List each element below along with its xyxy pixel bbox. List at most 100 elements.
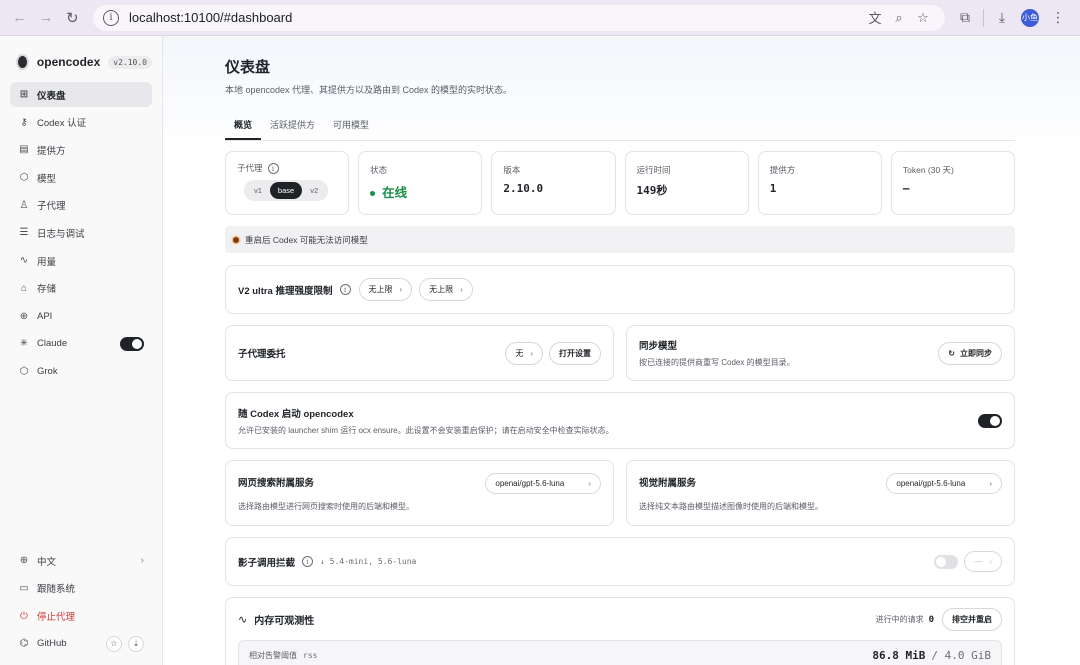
drive-icon: ⌂ bbox=[20, 282, 28, 294]
sidebar-item-dashboard[interactable]: ⊞ 仪表盘 bbox=[10, 82, 152, 107]
translate-icon[interactable]: 文 bbox=[863, 8, 887, 27]
list-icon: ☰ bbox=[19, 227, 29, 239]
vision-model-select[interactable]: openai/gpt-5.6-luna › bbox=[886, 473, 1002, 494]
info-icon[interactable]: i bbox=[267, 163, 279, 175]
info-icon[interactable]: i bbox=[302, 556, 314, 567]
back-icon[interactable]: ← bbox=[8, 5, 31, 31]
web-search-model-select[interactable]: openai/gpt-5.6-luna › bbox=[485, 473, 601, 494]
bookmark-star-icon[interactable]: ☆ bbox=[911, 10, 935, 26]
tab-available-models[interactable]: 可用模型 bbox=[324, 114, 378, 140]
reload-icon[interactable]: ↻ bbox=[61, 5, 84, 31]
reasoning-limit-pill-1[interactable]: 无上限 › bbox=[358, 278, 413, 301]
page-subtitle: 本地 opencodex 代理、其提供方以及路由到 Codex 的模型的实时状态… bbox=[225, 85, 513, 95]
star-icon[interactable]: ☆ bbox=[106, 635, 122, 652]
sidebar-item-storage[interactable]: ⌂ 存储 bbox=[10, 276, 152, 301]
sidebar-item-label: Codex 认证 bbox=[37, 118, 87, 130]
power-icon: ⏻ bbox=[20, 610, 28, 622]
memory-used: 86.8 MiB bbox=[872, 649, 926, 662]
profile-avatar[interactable]: 小鱼 bbox=[1020, 8, 1039, 27]
refresh-icon: ↻ bbox=[948, 348, 955, 358]
info-icon[interactable]: i bbox=[339, 284, 351, 295]
chevron-right-icon: › bbox=[399, 285, 403, 294]
sync-models-title: 同步模型 bbox=[639, 341, 678, 352]
stop-proxy-label: 停止代理 bbox=[37, 612, 76, 624]
token-label: Token (30 天) bbox=[902, 165, 954, 175]
address-bar[interactable]: i localhost:10100/#dashboard 文 ⌕ ☆ bbox=[92, 4, 945, 31]
launch-title: 随 Codex 启动 opencodex bbox=[238, 408, 354, 420]
sync-now-button[interactable]: ↻ 立即同步 bbox=[938, 341, 1002, 365]
subagent-label: 子代理 i bbox=[237, 162, 337, 175]
browser-toolbar: ← → ↻ i localhost:10100/#dashboard 文 ⌕ ☆… bbox=[0, 0, 1080, 36]
web-search-card: 网页搜索附属服务 选择路由模型进行网页搜索时使用的后端和模型。 openai/g… bbox=[225, 460, 614, 526]
theme-selector[interactable]: ▭ 跟随系统 bbox=[10, 576, 152, 601]
vision-title: 视觉附属服务 bbox=[639, 477, 697, 489]
cube-icon: ⬡ bbox=[19, 172, 29, 184]
stop-proxy-button[interactable]: ⏻ 停止代理 bbox=[10, 604, 152, 629]
delegation-select[interactable]: 无 › bbox=[505, 341, 543, 365]
extensions-icon[interactable]: ⧉ bbox=[951, 9, 979, 26]
stats-row: 子代理 i v1 base v2 状态 在线 版本 2.10.0 运行时间 149… bbox=[225, 151, 1016, 215]
launch-desc: 允许已安装的 launcher shim 运行 ocx ensure。此设置不会… bbox=[238, 425, 614, 435]
zoom-icon[interactable]: ⌕ bbox=[887, 10, 911, 26]
reasoning-limit-pill-2[interactable]: 无上限 › bbox=[419, 278, 473, 301]
sidebar-item-api[interactable]: ⊕ API bbox=[10, 304, 152, 329]
sync-models-desc: 按已连接的提供商重写 Codex 的模型目录。 bbox=[639, 358, 795, 367]
sidebar-item-codex-auth[interactable]: ⚷ Codex 认证 bbox=[10, 110, 152, 135]
restart-warning: 重启后 Codex 可能无法访问模型 bbox=[225, 226, 1015, 253]
sidebar-item-grok[interactable]: ⬡ Grok bbox=[10, 359, 152, 384]
sidebar-item-usage[interactable]: ∿ 用量 bbox=[10, 248, 152, 273]
warning-dot-icon bbox=[233, 236, 239, 243]
vision-card: 视觉附属服务 选择纯文本路由模型描述图像时使用的后端和模型。 openai/gp… bbox=[626, 460, 1015, 526]
open-settings-button[interactable]: 打开设置 bbox=[549, 341, 601, 365]
download-icon[interactable]: ⤓ bbox=[988, 9, 1016, 26]
subagent-card: 子代理 i v1 base v2 bbox=[225, 151, 350, 215]
github-label: GitHub bbox=[37, 638, 67, 650]
shadow-call-title: 影子调用拦截 bbox=[238, 557, 296, 569]
shadow-call-card: 影子调用拦截 i ↓ 5.4-mini, 5.6-luna — › bbox=[225, 537, 1015, 586]
vision-text: 视觉附属服务 选择纯文本路由模型描述图像时使用的后端和模型。 bbox=[639, 475, 886, 512]
chevron-right-icon: › bbox=[588, 479, 591, 488]
drain-restart-button[interactable]: 排空并重启 bbox=[942, 608, 1002, 631]
globe-icon: ⊕ bbox=[19, 555, 29, 567]
inflight-value: 0 bbox=[928, 614, 934, 625]
shadow-call-detail: ↓ 5.4-mini, 5.6-luna bbox=[320, 557, 417, 566]
claude-toggle[interactable] bbox=[120, 336, 144, 351]
option-v1[interactable]: v1 bbox=[246, 182, 270, 199]
launch-text: 随 Codex 启动 opencodex 允许已安装的 launcher shi… bbox=[238, 406, 978, 436]
warning-text: 重启后 Codex 可能无法访问模型 bbox=[245, 234, 368, 245]
sidebar-item-label: 提供方 bbox=[37, 145, 66, 157]
robot-icon: ♙ bbox=[19, 199, 29, 211]
brand[interactable]: opencodex v2.10.0 bbox=[10, 52, 152, 72]
v2-ultra-title: V2 ultra 推理强度限制 bbox=[238, 285, 333, 297]
version-card: 版本 2.10.0 bbox=[491, 151, 616, 215]
memory-usage-panel: 相对告警阈值 rss 86.8 MiB / 4.0 GiB bbox=[238, 640, 1002, 665]
brand-name: opencodex bbox=[36, 55, 101, 69]
sidebar-item-providers[interactable]: ▤ 提供方 bbox=[10, 137, 152, 162]
menu-kebab-icon[interactable]: ⋮ bbox=[1044, 9, 1072, 26]
online-dot-icon bbox=[370, 191, 376, 197]
language-selector[interactable]: ⊕ 中文 › bbox=[10, 548, 152, 573]
option-base[interactable]: base bbox=[269, 182, 303, 200]
launch-toggle[interactable] bbox=[978, 413, 1002, 428]
site-info-icon[interactable]: i bbox=[102, 9, 119, 26]
url-text[interactable]: localhost:10100/#dashboard bbox=[129, 10, 863, 25]
tab-active-providers[interactable]: 活跃提供方 bbox=[261, 114, 324, 140]
tab-overview[interactable]: 概览 bbox=[225, 114, 262, 140]
sidebar-item-logs[interactable]: ☰ 日志与调试 bbox=[10, 220, 152, 245]
status-card: 状态 在线 bbox=[358, 151, 483, 215]
download-icon[interactable]: ⤓ bbox=[128, 635, 144, 652]
providers-value: 1 bbox=[769, 182, 777, 195]
github-link[interactable]: ⌬ GitHub ☆ ⤓ bbox=[10, 631, 152, 656]
shadow-call-select[interactable]: — › bbox=[964, 551, 1002, 572]
sidebar-item-subagents[interactable]: ♙ 子代理 bbox=[10, 193, 152, 218]
page-title: 仪表盘 bbox=[225, 59, 271, 76]
chevron-right-icon: › bbox=[530, 348, 533, 358]
sidebar-item-models[interactable]: ⬡ 模型 bbox=[10, 165, 152, 190]
option-v2[interactable]: v2 bbox=[302, 182, 326, 199]
memory-total: / 4.0 GiB bbox=[931, 649, 991, 662]
sidebar-item-claude[interactable]: ✳ Claude bbox=[10, 331, 152, 356]
shadow-call-toggle[interactable] bbox=[934, 554, 959, 569]
forward-icon[interactable]: → bbox=[34, 5, 57, 31]
sidebar-item-label: Grok bbox=[37, 365, 58, 377]
launch-card: 随 Codex 启动 opencodex 允许已安装的 launcher shi… bbox=[225, 392, 1015, 449]
